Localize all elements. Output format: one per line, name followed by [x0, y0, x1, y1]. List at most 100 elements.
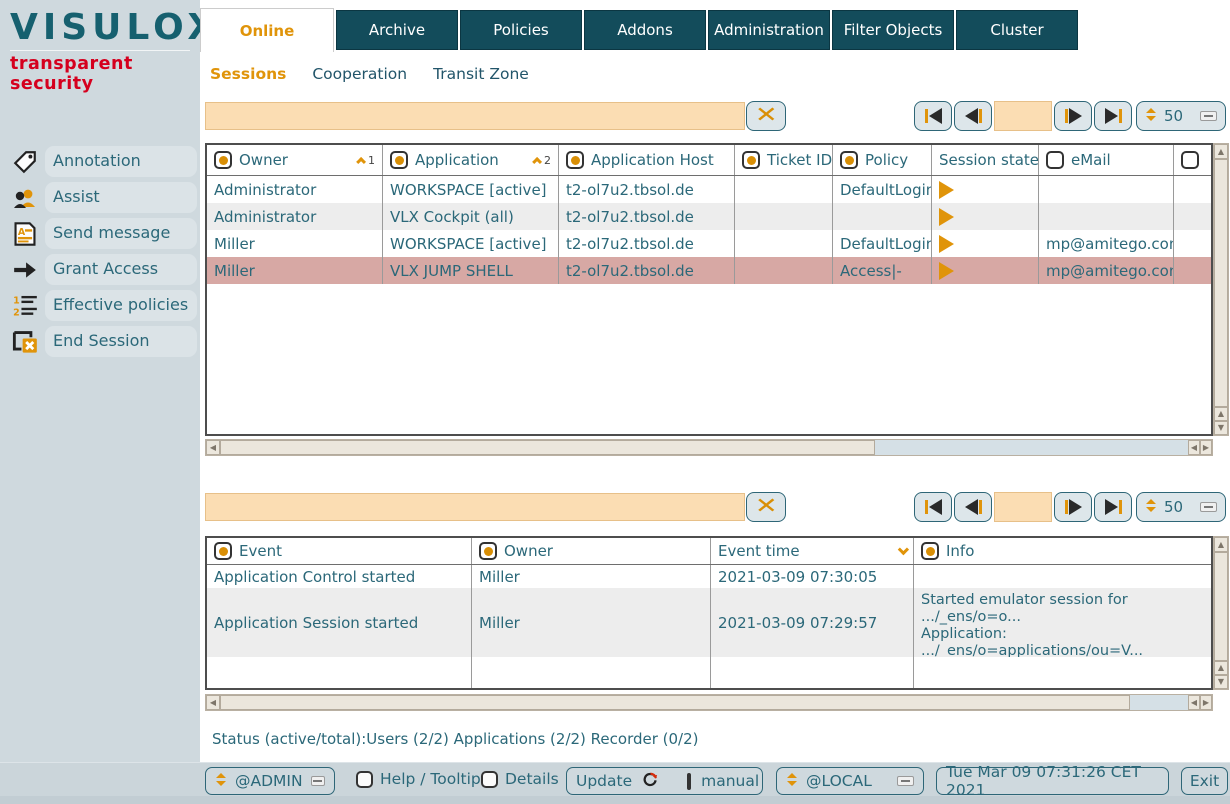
checkbox-icon[interactable]: [356, 771, 373, 788]
session-row-selected[interactable]: Miller VLX JUMP SHELL t2-ol7u2.tbsol.de …: [207, 257, 1211, 284]
column-filter-icon[interactable]: [479, 542, 497, 560]
last-page-button[interactable]: [1094, 101, 1132, 131]
column-checkbox[interactable]: [1046, 151, 1064, 169]
svg-text:A: A: [18, 227, 26, 238]
first-page-button[interactable]: [914, 101, 952, 131]
sessions-filter-clear-button[interactable]: ✕: [746, 101, 786, 131]
scroll-left-button[interactable]: ◀: [1188, 695, 1200, 710]
next-page-button[interactable]: [1054, 101, 1092, 131]
update-button[interactable]: Update: [576, 772, 632, 790]
column-header-policy[interactable]: Policy: [833, 145, 932, 175]
scroll-up-button[interactable]: ▲: [1214, 661, 1228, 675]
scroll-left-button[interactable]: ◀: [1188, 440, 1200, 455]
sidebar-item-assist[interactable]: Assist: [0, 182, 200, 214]
events-horizontal-scrollbar[interactable]: ◀ ◀ ▶: [205, 694, 1213, 711]
column-header-select-all[interactable]: [1174, 145, 1213, 175]
tab-archive[interactable]: Archive: [336, 10, 458, 50]
session-row[interactable]: Administrator VLX Cockpit (all) t2-ol7u2…: [207, 203, 1211, 230]
sessions-filter-input[interactable]: [205, 102, 745, 130]
exit-button[interactable]: Exit: [1181, 767, 1228, 795]
session-active-play-icon[interactable]: [939, 262, 954, 280]
column-header-application-host[interactable]: Application Host: [559, 145, 735, 175]
column-header-ticket-id[interactable]: Ticket ID: [735, 145, 833, 175]
column-header-owner[interactable]: Owner 1: [207, 145, 383, 175]
scroll-up-button[interactable]: ▲: [1214, 144, 1228, 159]
subtab-transit-zone[interactable]: Transit Zone: [433, 65, 529, 83]
column-filter-icon[interactable]: [742, 151, 760, 169]
scrollbar-thumb[interactable]: [220, 440, 875, 455]
tab-cluster[interactable]: Cluster: [956, 10, 1078, 50]
column-filter-icon[interactable]: [214, 151, 232, 169]
scrollbar-thumb[interactable]: [220, 695, 1130, 710]
scroll-left-button[interactable]: ◀: [206, 695, 220, 710]
scrollbar-thumb[interactable]: [1214, 552, 1228, 661]
sidebar-item-annotation[interactable]: Annotation: [0, 146, 200, 178]
events-filter-clear-button[interactable]: ✕: [746, 492, 786, 522]
subtab-cooperation[interactable]: Cooperation: [312, 65, 407, 83]
column-header-owner[interactable]: Owner: [472, 538, 711, 564]
page-size-select[interactable]: 50: [1136, 101, 1226, 131]
tab-online[interactable]: Online: [200, 8, 334, 52]
column-header-info[interactable]: Info: [914, 538, 1213, 564]
update-control-group[interactable]: Update manual: [566, 767, 763, 795]
page-size-select[interactable]: 50: [1136, 492, 1226, 522]
events-table: Event Owner Event time Info Application …: [205, 536, 1213, 690]
column-header-event-time[interactable]: Event time: [711, 538, 914, 564]
column-filter-icon[interactable]: [390, 151, 408, 169]
sidebar-item-effective-policies[interactable]: 12 Effective policies: [0, 290, 200, 322]
column-checkbox[interactable]: [1181, 151, 1199, 169]
scrollbar-thumb[interactable]: [1214, 159, 1228, 407]
event-row[interactable]: Application Session started Miller 2021-…: [207, 588, 1211, 657]
column-header-application[interactable]: Application 2: [383, 145, 559, 175]
scroll-right-button[interactable]: ▶: [1200, 695, 1212, 710]
scroll-right-button[interactable]: ▶: [1200, 440, 1212, 455]
tab-policies[interactable]: Policies: [460, 10, 582, 50]
page-number-input[interactable]: [994, 492, 1052, 522]
session-row[interactable]: Miller WORKSPACE [active] t2-ol7u2.tbsol…: [207, 230, 1211, 257]
checkbox-icon[interactable]: [481, 771, 498, 788]
sort-indicator-desc: [898, 547, 906, 555]
session-active-play-icon[interactable]: [939, 208, 954, 226]
admin-scope-select[interactable]: @ADMIN: [205, 767, 335, 795]
subtab-sessions[interactable]: Sessions: [210, 65, 286, 83]
column-filter-icon[interactable]: [214, 542, 232, 560]
event-row[interactable]: Application Control started Miller 2021-…: [207, 565, 1211, 588]
column-filter-icon[interactable]: [566, 151, 584, 169]
scroll-left-button[interactable]: ◀: [206, 440, 220, 455]
arrow-right-icon: [12, 257, 38, 283]
events-filter-input[interactable]: [205, 493, 745, 521]
event-row[interactable]: [207, 657, 1211, 690]
tab-addons[interactable]: Addons: [584, 10, 706, 50]
details-checkbox[interactable]: Details: [481, 770, 559, 788]
session-active-play-icon[interactable]: [939, 235, 954, 253]
last-page-button[interactable]: [1094, 492, 1132, 522]
manual-checkbox[interactable]: [687, 773, 691, 790]
column-filter-icon[interactable]: [840, 151, 858, 169]
column-filter-icon[interactable]: [921, 542, 939, 560]
help-tooltip-checkbox[interactable]: Help / Tooltip: [356, 770, 481, 788]
assist-people-icon: [12, 185, 38, 211]
column-header-event[interactable]: Event: [207, 538, 472, 564]
scroll-up-button[interactable]: ▲: [1214, 407, 1228, 421]
first-page-button[interactable]: [914, 492, 952, 522]
tab-filter-objects[interactable]: Filter Objects: [832, 10, 954, 50]
local-scope-select[interactable]: @LOCAL: [776, 767, 924, 795]
tab-administration[interactable]: Administration: [708, 10, 830, 50]
sidebar-item-end-session[interactable]: End Session: [0, 326, 200, 358]
next-page-button[interactable]: [1054, 492, 1092, 522]
sessions-vertical-scrollbar[interactable]: ▲ ▲ ▼: [1213, 143, 1229, 436]
session-active-play-icon[interactable]: [939, 181, 954, 199]
sidebar-item-grant-access[interactable]: Grant Access: [0, 254, 200, 286]
page-number-input[interactable]: [994, 101, 1052, 131]
scroll-down-button[interactable]: ▼: [1214, 675, 1228, 689]
column-header-email[interactable]: eMail: [1039, 145, 1174, 175]
scroll-up-button[interactable]: ▲: [1214, 537, 1228, 552]
column-header-session-states[interactable]: Session states: [932, 145, 1039, 175]
previous-page-button[interactable]: [954, 101, 992, 131]
scroll-down-button[interactable]: ▼: [1214, 421, 1228, 435]
sessions-horizontal-scrollbar[interactable]: ◀ ◀ ▶: [205, 439, 1213, 456]
sidebar-item-send-message[interactable]: A Send message: [0, 218, 200, 250]
session-row[interactable]: Administrator WORKSPACE [active] t2-ol7u…: [207, 176, 1211, 203]
events-vertical-scrollbar[interactable]: ▲ ▲ ▼: [1213, 536, 1229, 690]
previous-page-button[interactable]: [954, 492, 992, 522]
